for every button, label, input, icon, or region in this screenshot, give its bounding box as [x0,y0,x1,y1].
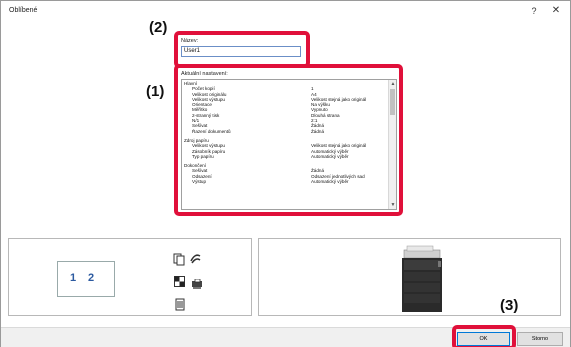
callout-1: (1) [146,83,165,100]
callout-3: (3) [500,297,519,314]
tray-icon [192,279,202,289]
page-number-1: 1 [70,272,77,284]
cancel-button[interactable]: Storno [517,332,563,346]
window-title: Oblíbené [9,7,38,14]
help-button[interactable]: ? [526,4,542,18]
close-button[interactable]: ✕ [548,4,564,18]
callout-3-highlight [452,325,516,347]
favorites-dialog: Oblíbené ? ✕ Název: User1 Aktuální nasta… [0,0,571,347]
layout-preview-panel: 1 2 [8,238,252,316]
callout-1-highlight [174,64,403,216]
color-mode-icon [174,276,185,287]
printer-icon [402,245,442,312]
callout-2-highlight [174,31,310,68]
staple-icon [190,254,201,264]
document-icon [175,298,185,311]
page-layout-preview: 1 2 [57,261,115,297]
copies-icon [173,253,185,266]
page-number-2: 2 [88,272,95,284]
title-bar: Oblíbené ? ✕ [1,1,570,21]
callout-2: (2) [149,19,168,36]
